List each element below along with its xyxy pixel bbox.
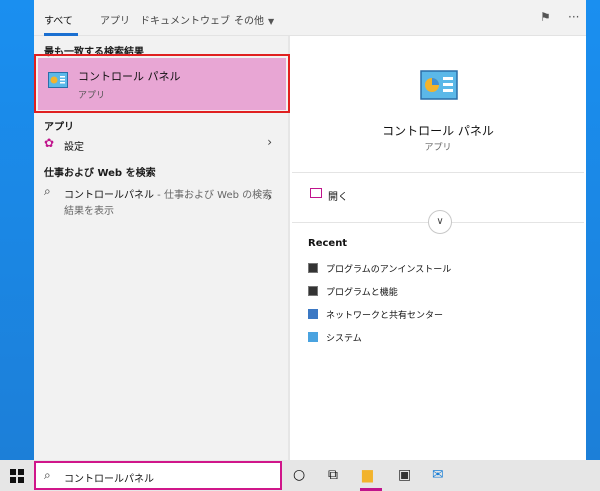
detail-pane: コントロール パネル アプリ 開く ∨ Recent プログラムのアンインストー… <box>290 36 586 460</box>
recent-item-label: プログラムのアンインストール <box>326 265 452 275</box>
programs-icon <box>308 263 318 273</box>
search-input[interactable]: コントロールパネル <box>64 470 154 485</box>
tab-documents[interactable]: ドキュメント <box>140 12 200 27</box>
divider <box>292 172 584 173</box>
web-search-result[interactable]: ⌕ コントロールパネル - 仕事および Web の検索 結果を表示 › <box>34 182 288 218</box>
settings-gear-icon: ✿ <box>44 136 55 150</box>
feedback-icon[interactable]: ⚑ <box>540 10 551 24</box>
app-result-settings[interactable]: ✿ 設定 › <box>34 134 288 154</box>
recent-heading: Recent <box>308 238 348 249</box>
taskbar-search-box[interactable]: ⌕ コントロールパネル <box>34 461 282 490</box>
task-view-icon[interactable]: ⧉ <box>328 467 338 483</box>
open-icon <box>310 188 322 198</box>
web-query: コントロールパネル <box>64 190 154 201</box>
file-explorer-icon[interactable]: ▆ <box>362 467 373 483</box>
network-icon <box>308 309 318 319</box>
tab-more[interactable]: その他 ▼ <box>234 12 274 27</box>
more-options-icon[interactable]: ··· <box>568 10 579 24</box>
recent-item-label: プログラムと機能 <box>326 288 398 298</box>
recent-item-system[interactable]: システム <box>308 331 362 344</box>
expand-button[interactable]: ∨ <box>428 210 452 234</box>
web-heading: 仕事および Web を検索 <box>44 168 156 179</box>
web-result-text: コントロールパネル - 仕事および Web の検索 <box>64 186 272 201</box>
mail-icon[interactable]: ✉ <box>432 467 444 483</box>
tab-all[interactable]: すべて <box>44 12 73 27</box>
detail-title: コントロール パネル <box>382 124 494 138</box>
recent-item-label: ネットワークと共有センター <box>326 311 444 321</box>
chevron-right-icon[interactable]: › <box>267 135 272 149</box>
recent-item-uninstall[interactable]: プログラムのアンインストール <box>308 262 451 275</box>
system-icon <box>308 332 318 342</box>
search-icon: ⌕ <box>44 184 51 198</box>
recent-item-label: システム <box>326 334 362 344</box>
control-panel-icon <box>420 70 458 100</box>
recent-item-programs[interactable]: プログラムと機能 <box>308 285 398 298</box>
search-flyout: すべて アプリ ドキュメント ウェブ その他 ▼ ⚑ ··· 最も一致する検索結果… <box>34 0 586 460</box>
highlight-box <box>34 54 290 113</box>
chevron-down-icon: ∨ <box>436 216 444 227</box>
cortana-icon[interactable]: ○ <box>293 467 305 483</box>
taskbar: ⌕ コントロールパネル ○ ⧉ ▆ ▣ ✉ <box>0 460 600 491</box>
search-scope-tabs: すべて アプリ ドキュメント ウェブ その他 ▼ ⚑ ··· <box>34 0 586 36</box>
windows-start-icon[interactable] <box>10 469 24 483</box>
chevron-right-icon[interactable]: › <box>267 190 272 204</box>
tab-apps[interactable]: アプリ <box>100 12 130 27</box>
search-icon: ⌕ <box>44 468 51 482</box>
desktop-background-left <box>0 0 34 460</box>
apps-heading: アプリ <box>44 122 74 133</box>
store-icon[interactable]: ▣ <box>398 467 411 483</box>
recent-item-network[interactable]: ネットワークと共有センター <box>308 308 443 321</box>
tab-web[interactable]: ウェブ <box>200 12 230 27</box>
chevron-down-icon: ▼ <box>268 17 275 26</box>
web-result-line2: 結果を表示 <box>64 206 114 217</box>
desktop-background-right <box>586 0 600 460</box>
web-query-suffix: - 仕事および Web の検索 <box>154 190 273 201</box>
detail-subtitle: アプリ <box>424 143 452 153</box>
programs-icon <box>308 286 318 296</box>
app-result-label: 設定 <box>64 142 84 153</box>
tab-more-label: その他 <box>234 16 264 27</box>
open-action[interactable]: 開く <box>328 188 348 203</box>
